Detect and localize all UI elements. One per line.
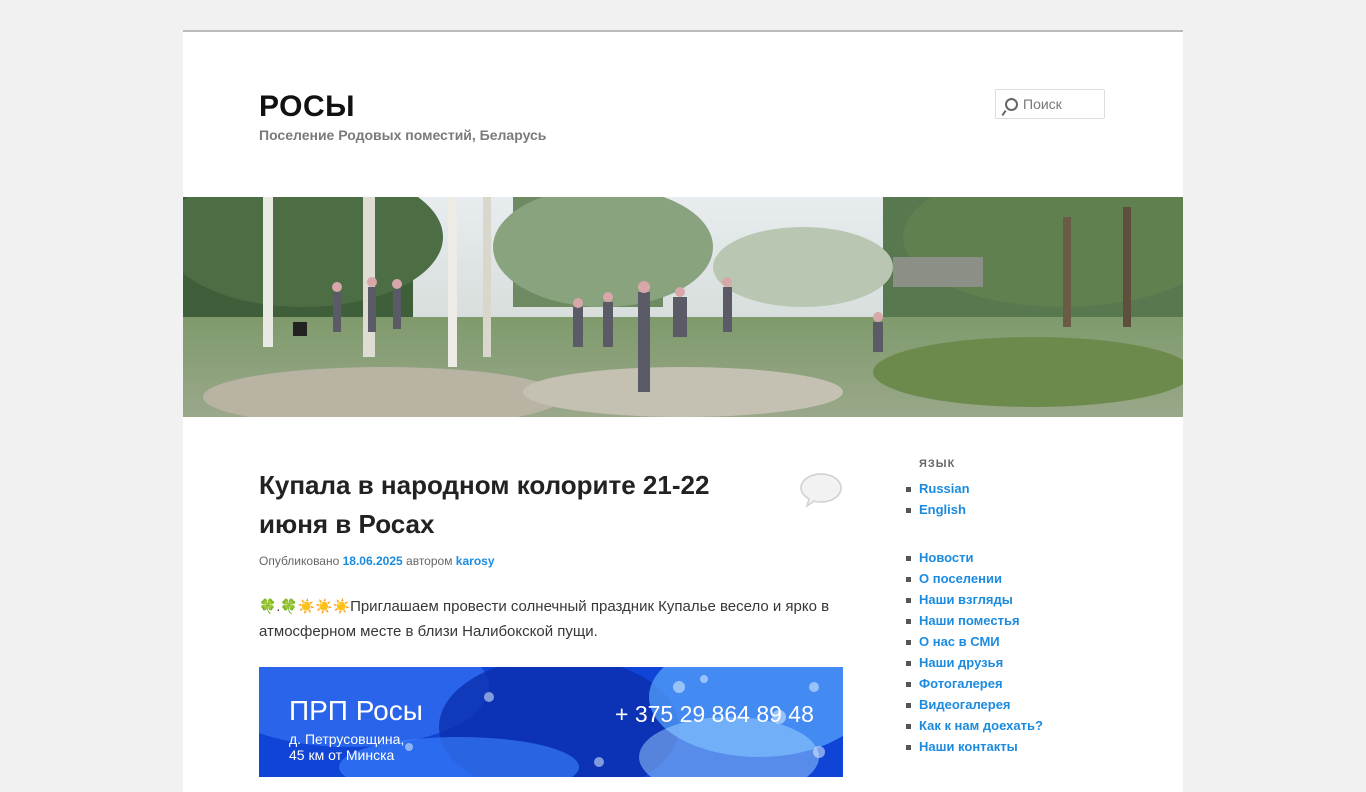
entry-meta: Опубликовано 18.06.2025 автором karosy (259, 554, 495, 568)
language-widget-heading: ЯЗЫК (919, 458, 956, 470)
nav-link-about-settlement[interactable]: О поселении (919, 571, 1002, 586)
search-input[interactable] (1023, 96, 1101, 112)
nav-link-media[interactable]: О нас в СМИ (919, 634, 1000, 649)
nav-item: Наши взгляды (906, 589, 1043, 610)
comment-bubble-icon[interactable] (799, 472, 843, 508)
search-icon (1005, 98, 1018, 111)
language-list: Russian English (906, 478, 970, 520)
nav-item: Новости (906, 547, 1043, 568)
entry-image-title: ПРП Росы (289, 695, 423, 726)
nav-item: Фотогалерея (906, 673, 1043, 694)
site-description: Поселение Родовых поместий, Беларусь (259, 127, 547, 143)
entry-emojis: 🍀.🍀☀️☀️☀️ (259, 598, 351, 614)
post-author-link[interactable]: karosy (456, 554, 495, 568)
meta-published-label: Опубликовано (259, 554, 340, 568)
banner-forest-photo (183, 197, 1183, 417)
nav-link-news[interactable]: Новости (919, 550, 974, 565)
nav-item: Видеогалерея (906, 694, 1043, 715)
entry-image-address-line1: д. Петрусовщина, (289, 731, 405, 747)
nav-item: Наши друзья (906, 652, 1043, 673)
nav-item: Наши контакты (906, 736, 1043, 757)
page: РОСЫ Поселение Родовых поместий, Беларус… (183, 30, 1183, 792)
post-date-link[interactable]: 18.06.2025 (343, 554, 403, 568)
nav-link-contacts[interactable]: Наши контакты (919, 739, 1018, 754)
entry-image[interactable]: ПРП Росы + 375 29 864 89 48 д. Петрусовщ… (259, 667, 843, 777)
header-banner-image[interactable] (183, 197, 1183, 417)
search-box[interactable] (995, 89, 1105, 119)
nav-item: О поселении (906, 568, 1043, 589)
language-item: Russian (906, 478, 970, 499)
entry-text: 🍀.🍀☀️☀️☀️Приглашаем провести солнечный п… (259, 594, 849, 644)
site-title[interactable]: РОСЫ (259, 90, 355, 124)
nav-link-directions[interactable]: Как к нам доехать? (919, 718, 1043, 733)
nav-item: Как к нам доехать? (906, 715, 1043, 736)
entry-title[interactable]: Купала в народном колорите 21-22 июня в … (259, 466, 739, 544)
language-item: English (906, 499, 970, 520)
entry-image-address-line2: 45 км от Минска (289, 747, 395, 763)
nav-link-our-views[interactable]: Наши взгляды (919, 592, 1013, 607)
nav-link-friends[interactable]: Наши друзья (919, 655, 1003, 670)
language-link-russian[interactable]: Russian (919, 481, 970, 496)
entry-image-phone: + 375 29 864 89 48 (615, 701, 814, 727)
sidebar-nav-menu: Новости О поселении Наши взгляды Наши по… (906, 547, 1043, 757)
nav-link-our-estates[interactable]: Наши поместья (919, 613, 1020, 628)
meta-by-label: автором (406, 554, 453, 568)
nav-link-video-gallery[interactable]: Видеогалерея (919, 697, 1011, 712)
language-link-english[interactable]: English (919, 502, 966, 517)
nav-link-photo-gallery[interactable]: Фотогалерея (919, 676, 1003, 691)
nav-item: О нас в СМИ (906, 631, 1043, 652)
nav-item: Наши поместья (906, 610, 1043, 631)
